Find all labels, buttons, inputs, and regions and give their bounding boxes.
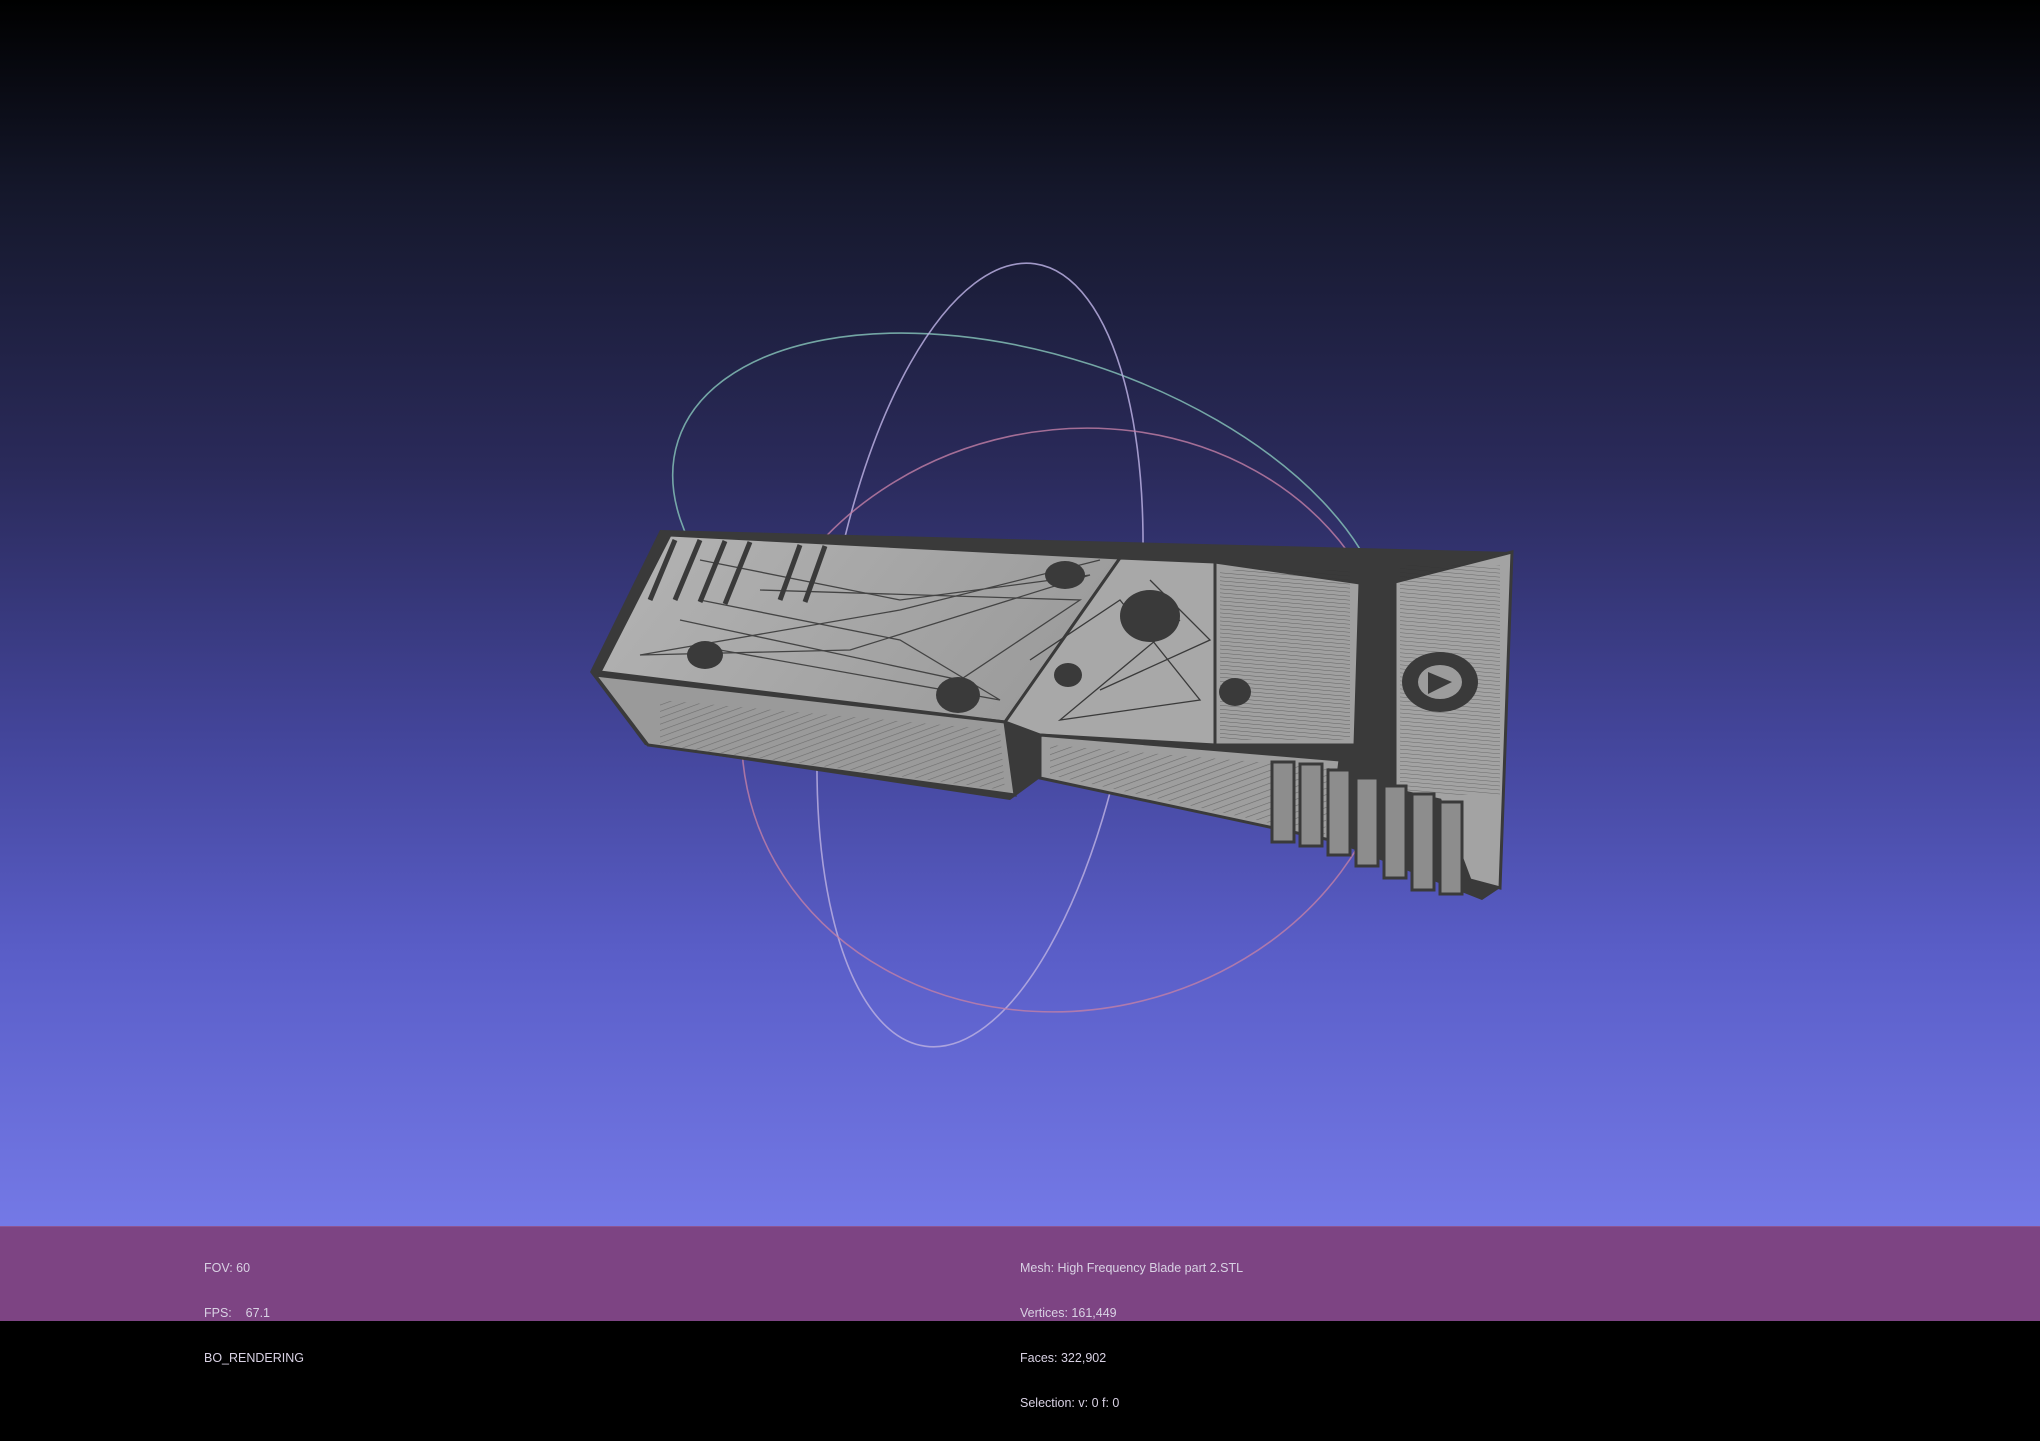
hole-5	[1219, 678, 1251, 706]
hole-6	[1054, 663, 1082, 687]
hole-3	[1120, 590, 1180, 642]
mesh-boss	[1402, 652, 1478, 712]
faces-label: Faces: 322,902	[1020, 1351, 1107, 1365]
hole-4	[1045, 561, 1085, 589]
mesh-info: Mesh: High Frequency Blade part 2.STL Ve…	[1020, 1231, 1243, 1441]
status-info-bar: FOV: 60 FPS: 67.1 BO_RENDERING Mesh: Hig…	[0, 1226, 2040, 1410]
fps-label: FPS: 67.1	[204, 1306, 271, 1320]
vertices-label: Vertices: 161,449	[1020, 1306, 1117, 1320]
fov-label: FOV: 60	[204, 1261, 251, 1275]
render-info: FOV: 60 FPS: 67.1 BO_RENDERING	[204, 1231, 304, 1396]
mesh-model[interactable]	[590, 530, 1514, 900]
mesh-name-label: Mesh: High Frequency Blade part 2.STL	[1020, 1261, 1244, 1275]
scene-canvas[interactable]	[0, 0, 2040, 1226]
selection-label: Selection: v: 0 f: 0	[1020, 1396, 1120, 1410]
render-mode-label: BO_RENDERING	[204, 1351, 305, 1365]
3d-viewport[interactable]	[0, 0, 2040, 1226]
hole-2	[936, 677, 980, 713]
hole-1	[687, 641, 723, 669]
